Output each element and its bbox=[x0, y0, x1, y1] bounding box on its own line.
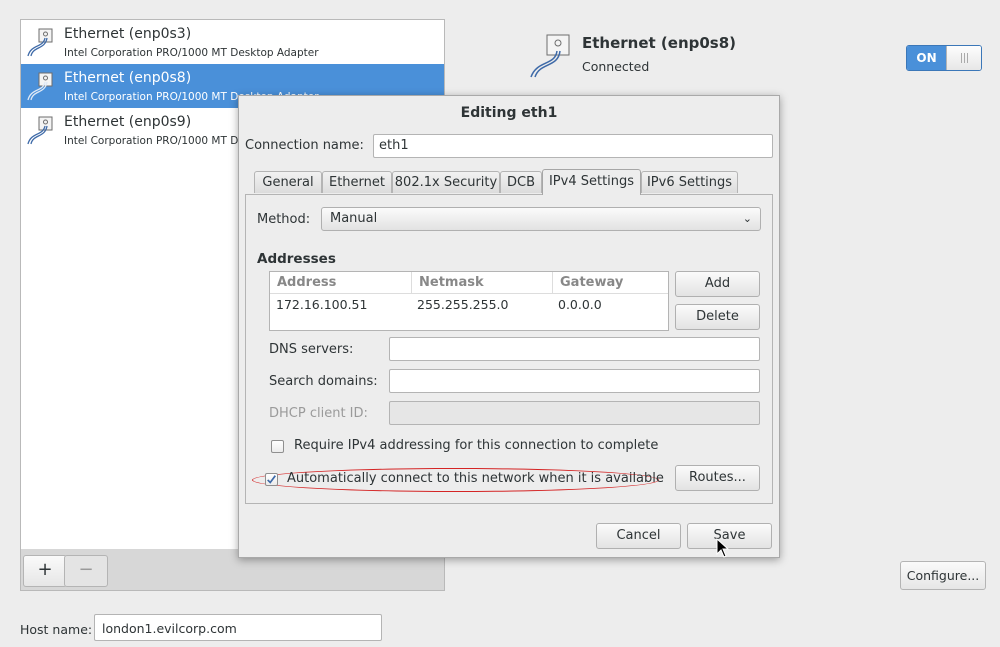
search-domains-input[interactable] bbox=[389, 369, 760, 393]
dialog-title: Editing eth1 bbox=[460, 105, 558, 121]
remove-device-button[interactable]: − bbox=[64, 555, 108, 587]
device-name: Ethernet (enp0s8) bbox=[64, 70, 192, 86]
require-ipv4-checkbox[interactable] bbox=[271, 440, 284, 453]
netmask-cell[interactable]: 255.255.255.0 bbox=[417, 297, 508, 312]
edit-connection-dialog: Editing eth1 Connection name: eth1 Gener… bbox=[238, 95, 780, 558]
method-label: Method: bbox=[257, 212, 311, 227]
chevron-down-icon: ⌄ bbox=[742, 212, 752, 225]
device-power-switch[interactable]: ON bbox=[906, 45, 982, 71]
routes-button[interactable]: Routes... bbox=[675, 465, 760, 491]
device-desc: Intel Corporation PRO/1000 MT Desktop Ad… bbox=[64, 47, 319, 59]
tab-ipv6-settings[interactable]: IPv6 Settings bbox=[641, 171, 738, 193]
switch-on-label: ON bbox=[907, 46, 946, 70]
tab-general[interactable]: General bbox=[254, 171, 322, 193]
address-cell[interactable]: 172.16.100.51 bbox=[276, 297, 367, 312]
auto-connect-label: Automatically connect to this network wh… bbox=[287, 471, 664, 486]
addresses-table: Address Netmask Gateway 172.16.100.51 25… bbox=[269, 271, 669, 331]
host-name-input[interactable]: london1.evilcorp.com bbox=[94, 614, 382, 641]
tab-dcb[interactable]: DCB bbox=[500, 171, 542, 193]
connection-name-input[interactable]: eth1 bbox=[373, 134, 773, 158]
connection-name-label: Connection name: bbox=[245, 138, 364, 153]
ethernet-icon bbox=[27, 72, 53, 101]
mouse-pointer-icon bbox=[716, 538, 730, 558]
switch-knob bbox=[946, 46, 981, 70]
dns-servers-input[interactable] bbox=[389, 337, 760, 361]
column-header-netmask: Netmask bbox=[411, 272, 552, 294]
tab-8021x-security[interactable]: 802.1x Security bbox=[392, 171, 500, 193]
dhcp-client-id-input[interactable] bbox=[389, 401, 760, 425]
dhcp-client-id-label: DHCP client ID: bbox=[269, 406, 368, 421]
add-device-button[interactable]: + bbox=[23, 555, 67, 587]
device-name: Ethernet (enp0s3) bbox=[64, 26, 192, 42]
auto-connect-checkbox[interactable] bbox=[265, 473, 278, 486]
column-header-gateway: Gateway bbox=[552, 272, 668, 294]
checkmark-icon bbox=[267, 475, 276, 484]
configure-button[interactable]: Configure... bbox=[900, 561, 986, 590]
connection-status: Connected bbox=[582, 59, 650, 74]
add-address-button[interactable]: Add bbox=[675, 271, 760, 297]
device-item-enp0s3[interactable]: Ethernet (enp0s3) Intel Corporation PRO/… bbox=[21, 20, 444, 64]
ethernet-icon bbox=[27, 28, 53, 57]
device-name: Ethernet (enp0s9) bbox=[64, 114, 192, 130]
search-domains-label: Search domains: bbox=[269, 374, 378, 389]
tab-ipv4-settings[interactable]: IPv4 Settings bbox=[542, 169, 641, 195]
ethernet-icon bbox=[530, 34, 570, 78]
method-select[interactable]: Manual ⌄ bbox=[321, 207, 761, 231]
host-name-label: Host name: bbox=[20, 622, 93, 637]
cancel-button[interactable]: Cancel bbox=[596, 523, 681, 549]
dns-servers-label: DNS servers: bbox=[269, 342, 354, 357]
device-title: Ethernet (enp0s8) bbox=[582, 34, 737, 52]
ethernet-icon bbox=[27, 116, 53, 145]
column-header-address: Address bbox=[270, 272, 411, 294]
method-value: Manual bbox=[330, 211, 378, 226]
delete-address-button[interactable]: Delete bbox=[675, 304, 760, 330]
require-ipv4-label: Require IPv4 addressing for this connect… bbox=[294, 438, 659, 453]
tab-ethernet[interactable]: Ethernet bbox=[322, 171, 392, 193]
gateway-cell[interactable]: 0.0.0.0 bbox=[558, 297, 602, 312]
addresses-heading: Addresses bbox=[257, 251, 336, 267]
